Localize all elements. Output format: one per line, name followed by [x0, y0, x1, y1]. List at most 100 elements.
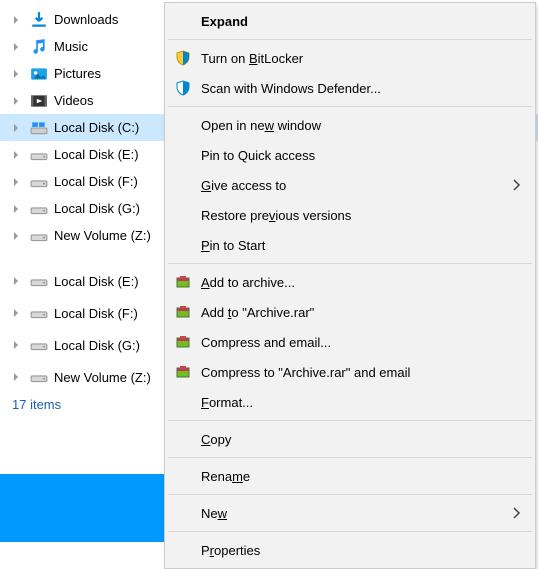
- menu-item-label: Pin to Quick access: [201, 148, 509, 163]
- menu-item[interactable]: Copy: [167, 424, 533, 454]
- menu-item[interactable]: Expand: [167, 6, 533, 36]
- menu-separator: [168, 457, 532, 458]
- tree-item-label: Music: [54, 39, 88, 54]
- menu-item[interactable]: New: [167, 498, 533, 528]
- videos-icon: [30, 92, 48, 110]
- tree-item-label: Videos: [54, 93, 94, 108]
- chevron-right-icon[interactable]: [8, 201, 24, 217]
- tree-item-label: New Volume (Z:): [54, 228, 151, 243]
- menu-icon-empty: [175, 146, 201, 164]
- menu-item-label: Expand: [201, 14, 509, 29]
- menu-item[interactable]: Add to "Archive.rar": [167, 297, 533, 327]
- winrar-icon: [175, 273, 201, 291]
- menu-separator: [168, 263, 532, 264]
- tree-item-label: Pictures: [54, 66, 101, 81]
- menu-icon-empty: [175, 206, 201, 224]
- shield-blue-icon: [175, 79, 201, 97]
- music-icon: [30, 38, 48, 56]
- menu-icon-empty: [175, 504, 201, 522]
- menu-separator: [168, 494, 532, 495]
- menu-icon-empty: [175, 12, 201, 30]
- download-icon: [30, 11, 48, 29]
- winrar-icon: [175, 303, 201, 321]
- tree-item-label: Local Disk (C:): [54, 120, 139, 135]
- menu-item-label: Add to archive...: [201, 275, 509, 290]
- menu-separator: [168, 39, 532, 40]
- menu-item[interactable]: Turn on BitLocker: [167, 43, 533, 73]
- winrar-icon: [175, 363, 201, 381]
- tree-item-label: Local Disk (E:): [54, 147, 139, 162]
- menu-icon-empty: [175, 430, 201, 448]
- chevron-right-icon[interactable]: [8, 12, 24, 28]
- menu-icon-empty: [175, 236, 201, 254]
- menu-icon-empty: [175, 467, 201, 485]
- context-menu: Expand Turn on BitLocker Scan with Windows…: [164, 2, 536, 569]
- menu-icon-empty: [175, 176, 201, 194]
- menu-item-label: Turn on BitLocker: [201, 51, 509, 66]
- menu-item[interactable]: Restore previous versions: [167, 200, 533, 230]
- menu-item[interactable]: Properties: [167, 535, 533, 565]
- tree-item-label: Local Disk (F:): [54, 174, 138, 189]
- chevron-right-icon[interactable]: [8, 93, 24, 109]
- tree-item-label: Downloads: [54, 12, 118, 27]
- chevron-right-icon[interactable]: [8, 120, 24, 136]
- menu-item-label: Rename: [201, 469, 509, 484]
- menu-item-label: Give access to: [201, 178, 509, 193]
- menu-item-label: Compress to "Archive.rar" and email: [201, 365, 509, 380]
- menu-icon-empty: [175, 541, 201, 559]
- chevron-right-icon[interactable]: [8, 147, 24, 163]
- shield-yellow-icon: [175, 49, 201, 67]
- chevron-right-icon[interactable]: [8, 228, 24, 244]
- menu-item-label: Properties: [201, 543, 509, 558]
- disk-icon: [30, 368, 48, 386]
- menu-item[interactable]: Add to archive...: [167, 267, 533, 297]
- menu-item[interactable]: Scan with Windows Defender...: [167, 73, 533, 103]
- disk-icon: [30, 336, 48, 354]
- menu-item[interactable]: Pin to Start: [167, 230, 533, 260]
- disk-icon: [30, 227, 48, 245]
- chevron-right-icon[interactable]: [8, 337, 24, 353]
- chevron-right-icon[interactable]: [8, 174, 24, 190]
- menu-separator: [168, 531, 532, 532]
- menu-item-label: Scan with Windows Defender...: [201, 81, 509, 96]
- menu-item[interactable]: Pin to Quick access: [167, 140, 533, 170]
- menu-item-label: Restore previous versions: [201, 208, 509, 223]
- menu-item-label: Format...: [201, 395, 509, 410]
- pictures-icon: [30, 65, 48, 83]
- winrar-icon: [175, 333, 201, 351]
- menu-item-label: Pin to Start: [201, 238, 509, 253]
- menu-item[interactable]: Give access to: [167, 170, 533, 200]
- tree-item-label: Local Disk (F:): [54, 306, 138, 321]
- menu-item[interactable]: Compress and email...: [167, 327, 533, 357]
- menu-item-label: New: [201, 506, 509, 521]
- tree-item-label: Local Disk (G:): [54, 201, 140, 216]
- menu-item[interactable]: Compress to "Archive.rar" and email: [167, 357, 533, 387]
- menu-icon-empty: [175, 116, 201, 134]
- menu-item-label: Compress and email...: [201, 335, 509, 350]
- windisk-icon: [30, 119, 48, 137]
- disk-icon: [30, 146, 48, 164]
- disk-icon: [30, 304, 48, 322]
- menu-icon-empty: [175, 393, 201, 411]
- chevron-right-icon[interactable]: [8, 305, 24, 321]
- chevron-right-icon[interactable]: [8, 273, 24, 289]
- menu-separator: [168, 420, 532, 421]
- chevron-right-icon[interactable]: [8, 39, 24, 55]
- chevron-right-icon[interactable]: [8, 369, 24, 385]
- menu-item[interactable]: Open in new window: [167, 110, 533, 140]
- disk-icon: [30, 173, 48, 191]
- menu-item-label: Copy: [201, 432, 509, 447]
- tree-item-label: Local Disk (G:): [54, 338, 140, 353]
- menu-item-label: Open in new window: [201, 118, 509, 133]
- disk-icon: [30, 272, 48, 290]
- chevron-right-icon[interactable]: [8, 66, 24, 82]
- selection-bar: [0, 474, 164, 542]
- menu-item[interactable]: Rename: [167, 461, 533, 491]
- menu-item[interactable]: Format...: [167, 387, 533, 417]
- tree-item-label: New Volume (Z:): [54, 370, 151, 385]
- menu-separator: [168, 106, 532, 107]
- submenu-arrow-icon: [509, 507, 525, 519]
- menu-item-label: Add to "Archive.rar": [201, 305, 509, 320]
- tree-item-label: Local Disk (E:): [54, 274, 139, 289]
- submenu-arrow-icon: [509, 179, 525, 191]
